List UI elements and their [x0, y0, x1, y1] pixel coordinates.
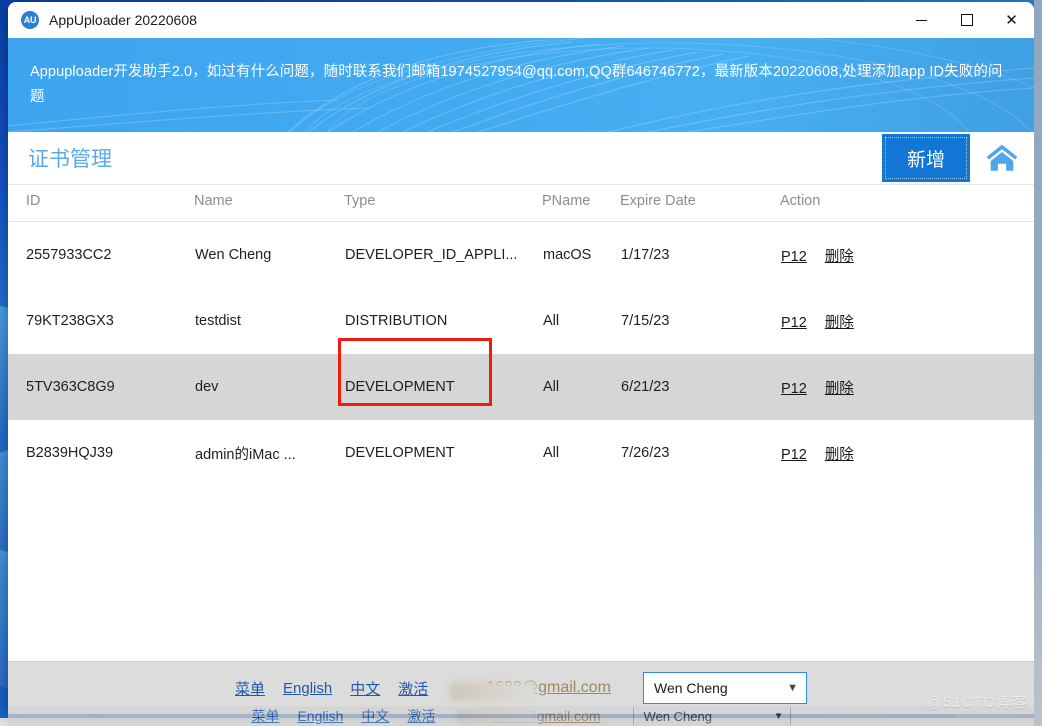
p12-link[interactable]: P12 — [781, 249, 807, 265]
cell-action: P12 删除 — [780, 222, 1034, 289]
ghost-toolbar-artifact: 菜单 English 中文 激活 1688@gmail.com Wen Chen… — [8, 706, 1034, 726]
chevron-down-icon: ▼ — [787, 682, 798, 694]
cell-name: testdist — [195, 313, 241, 329]
delete-link[interactable]: 删除 — [825, 381, 854, 397]
english-link[interactable]: English — [283, 680, 332, 697]
table-row[interactable]: 79KT238GX3 testdist DISTRIBUTION All 7/15/23… — [8, 288, 1034, 354]
table-row[interactable]: 5TV363C8G9 dev DEVELOPMENT All 6/21/23 P12 删除 — [8, 354, 1034, 420]
delete-link[interactable]: 删除 — [825, 447, 854, 463]
column-header-pname: PName — [542, 185, 620, 222]
close-icon: ✕ — [1005, 10, 1018, 29]
ghost-account-dropdown: Wen Cheng ▼ — [632, 707, 791, 725]
account-email[interactable]: 1688@gmail.com — [450, 679, 611, 701]
chinese-link[interactable]: 中文 — [350, 678, 380, 699]
cell-expire: 7/26/23 — [621, 445, 670, 461]
maximize-icon — [960, 14, 973, 26]
maximize-button[interactable] — [944, 2, 989, 38]
delete-link[interactable]: 删除 — [825, 315, 854, 331]
minimize-icon — [916, 19, 927, 21]
account-dropdown-value: Wen Cheng — [654, 680, 728, 696]
cell-id: 79KT238GX3 — [26, 313, 114, 329]
column-header-id: ID — [8, 185, 194, 222]
header-actions: 新增 — [882, 132, 1034, 184]
cell-name: Wen Cheng — [195, 247, 272, 263]
column-header-action: Action — [780, 185, 1034, 222]
cell-type: DEVELOPMENT — [344, 354, 542, 420]
notice-banner: Appuploader开发助手2.0，如过有什么问题，随时联系我们邮箱19745… — [8, 38, 1034, 132]
home-icon — [986, 144, 1018, 171]
ghost-activate-link: 激活 — [407, 708, 436, 724]
column-header-name: Name — [194, 185, 344, 222]
ghost-chevron-down-icon: ▼ — [773, 710, 784, 722]
p12-link[interactable]: P12 — [781, 447, 807, 463]
cell-expire: 1/17/23 — [621, 247, 670, 263]
page-title: 证书管理 — [28, 148, 112, 171]
app-logo-icon: AU — [21, 11, 39, 29]
app-window: AU AppUploader 20220608 ✕ Appuploader开发助… — [8, 2, 1034, 714]
cell-action: P12 删除 — [780, 288, 1034, 354]
ghost-english-link: English — [297, 708, 344, 724]
certificate-table-area: ID Name Type PName Expire Date Action 25… — [8, 185, 1034, 661]
cell-type: DEVELOPER_ID_APPLI... — [345, 247, 518, 263]
table-header: ID Name Type PName Expire Date Action — [8, 185, 1034, 222]
ghost-menu-link: 菜单 — [251, 708, 280, 724]
delete-link[interactable]: 删除 — [825, 249, 854, 265]
p12-link[interactable]: P12 — [781, 381, 807, 397]
window-controls: ✕ — [899, 2, 1034, 38]
cell-expire: 7/15/23 — [621, 313, 670, 329]
cell-pname: macOS — [543, 247, 592, 263]
cell-expire: 6/21/23 — [620, 354, 780, 420]
ghost-account-email: 1688@gmail.com — [457, 708, 601, 724]
add-certificate-button[interactable]: 新增 — [882, 134, 970, 182]
table-header-row: ID Name Type PName Expire Date Action — [8, 185, 1034, 222]
title-bar: AU AppUploader 20220608 ✕ — [8, 2, 1034, 38]
table-row[interactable]: 2557933CC2 Wen Cheng DEVELOPER_ID_APPLI...… — [8, 222, 1034, 289]
account-dropdown[interactable]: Wen Cheng ▼ — [643, 672, 807, 704]
cell-pname: All — [543, 445, 560, 461]
cell-id: B2839HQJ39 — [26, 445, 114, 461]
screen-edge-strip — [1034, 0, 1042, 726]
ghost-chinese-link: 中文 — [361, 708, 390, 724]
cell-id: 5TV363C8G9 — [8, 354, 194, 420]
certificate-table: ID Name Type PName Expire Date Action 25… — [8, 185, 1034, 486]
cell-action: P12 删除 — [780, 354, 1034, 420]
minimize-button[interactable] — [899, 2, 944, 38]
cell-name: dev — [194, 354, 344, 420]
ghost-email-redaction — [457, 709, 538, 724]
p12-link[interactable]: P12 — [781, 315, 807, 331]
column-header-type: Type — [344, 185, 542, 222]
activate-link[interactable]: 激活 — [398, 678, 428, 699]
cell-id: 2557933CC2 — [26, 247, 112, 263]
section-header: 证书管理 新增 — [8, 132, 1034, 185]
cell-action: P12 删除 — [780, 420, 1034, 486]
cell-name: admin的iMac ... — [195, 446, 296, 463]
cell-pname: All — [542, 354, 620, 420]
home-button[interactable] — [970, 141, 1034, 175]
email-redaction — [450, 682, 537, 701]
cell-pname: All — [543, 313, 560, 329]
window-title: AppUploader 20220608 — [49, 12, 197, 28]
banner-message: Appuploader开发助手2.0，如过有什么问题，随时联系我们邮箱19745… — [30, 64, 1003, 105]
cell-type: DISTRIBUTION — [345, 313, 448, 329]
table-body: 2557933CC2 Wen Cheng DEVELOPER_ID_APPLI...… — [8, 222, 1034, 487]
menu-link[interactable]: 菜单 — [235, 678, 265, 699]
column-header-expire: Expire Date — [620, 185, 780, 222]
ghost-account-value: Wen Cheng — [643, 708, 712, 724]
close-button[interactable]: ✕ — [989, 2, 1034, 38]
cell-type: DEVELOPMENT — [345, 445, 455, 461]
table-row[interactable]: B2839HQJ39 admin的iMac ... DEVELOPMENT All 7/… — [8, 420, 1034, 486]
